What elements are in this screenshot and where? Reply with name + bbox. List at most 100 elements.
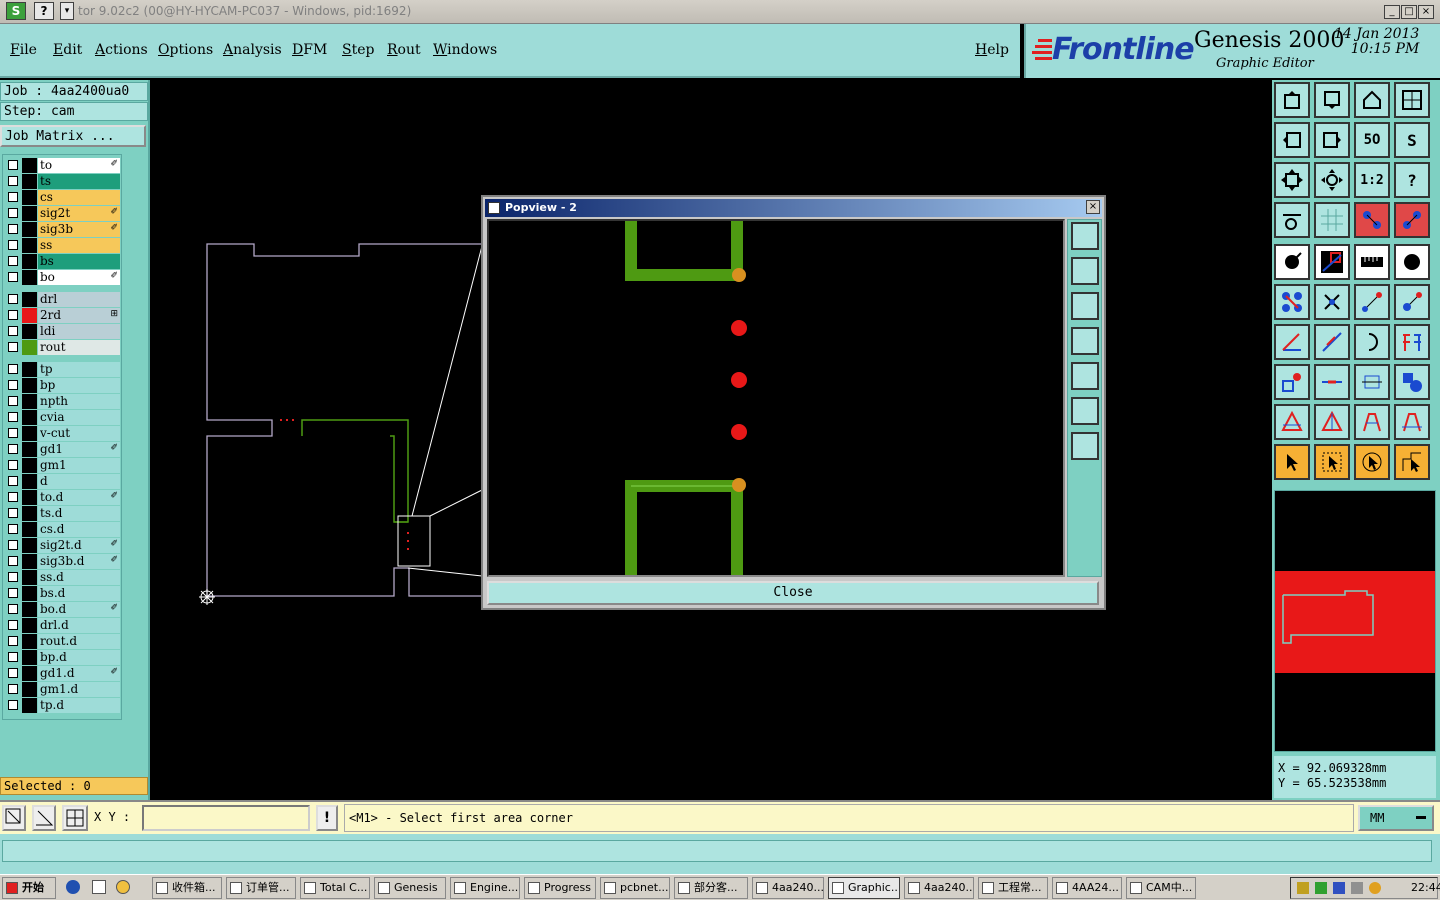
layer-color-swatch[interactable] bbox=[22, 490, 37, 505]
job-matrix-button[interactable]: Job Matrix ... bbox=[0, 125, 146, 147]
zoom-in-icon[interactable] bbox=[1071, 397, 1099, 425]
tray-icon[interactable] bbox=[1315, 882, 1327, 894]
xy-input[interactable] bbox=[142, 805, 310, 831]
surface-icon[interactable] bbox=[1314, 244, 1350, 280]
home-icon[interactable] bbox=[1354, 82, 1390, 118]
diagonal-icon[interactable] bbox=[1314, 324, 1350, 360]
layer-checkbox[interactable] bbox=[8, 684, 18, 694]
layer-checkbox[interactable] bbox=[8, 652, 18, 662]
layer-color-swatch[interactable] bbox=[22, 270, 37, 285]
grid-icon[interactable] bbox=[1314, 202, 1350, 238]
layer-name[interactable]: gd1 bbox=[38, 442, 120, 457]
help-icon[interactable]: ? bbox=[34, 2, 54, 20]
zoom-down-icon[interactable] bbox=[1314, 82, 1350, 118]
layer-row-gm1[interactable]: gm1 bbox=[3, 458, 121, 473]
layer-checkbox[interactable] bbox=[8, 508, 18, 518]
layer-checkbox[interactable] bbox=[8, 192, 18, 202]
layer-name[interactable]: ts.d bbox=[38, 506, 120, 521]
layer-row-gd1[interactable]: gd1 ✐ bbox=[3, 442, 121, 457]
layer-name[interactable]: bp bbox=[38, 378, 120, 393]
ratio-icon[interactable]: 5O bbox=[1354, 122, 1390, 158]
triangle-icon[interactable] bbox=[1274, 404, 1310, 440]
layer-name[interactable]: ts bbox=[38, 174, 120, 189]
layer-row-d[interactable]: d bbox=[3, 474, 121, 489]
layer-name[interactable]: sig2t bbox=[38, 206, 120, 221]
layer-color-swatch[interactable] bbox=[22, 602, 37, 617]
layer-name[interactable]: d bbox=[38, 474, 120, 489]
select-path-icon[interactable] bbox=[1394, 444, 1430, 480]
menu-edit[interactable]: Edit bbox=[53, 42, 82, 58]
layer-color-swatch[interactable] bbox=[22, 158, 37, 173]
grid-snap-icon[interactable] bbox=[62, 805, 88, 831]
window-split-icon[interactable] bbox=[1394, 82, 1430, 118]
layer-color-swatch[interactable] bbox=[22, 442, 37, 457]
redraw-icon[interactable]: S bbox=[1394, 122, 1430, 158]
layer-checkbox[interactable] bbox=[8, 492, 18, 502]
layer-checkbox[interactable] bbox=[8, 636, 18, 646]
angle-icon[interactable] bbox=[1274, 324, 1310, 360]
zoom-home-icon[interactable] bbox=[1071, 222, 1099, 250]
layer-row-sig3b[interactable]: sig3b ✐ bbox=[3, 222, 121, 237]
layer-name[interactable]: bp.d bbox=[38, 650, 120, 665]
layer-checkbox[interactable] bbox=[8, 272, 18, 282]
zoom-fit-icon[interactable] bbox=[1274, 162, 1310, 198]
layer-row-drl[interactable]: drl bbox=[3, 292, 121, 307]
task-4[interactable]: Engine... bbox=[450, 877, 520, 899]
layer-checkbox[interactable] bbox=[8, 556, 18, 566]
layer-color-swatch[interactable] bbox=[22, 292, 37, 307]
layer-name[interactable]: to.d bbox=[38, 490, 120, 505]
layer-name[interactable]: rout bbox=[38, 340, 120, 355]
task-11[interactable]: 工程常... bbox=[978, 877, 1048, 899]
layer-row-ss.d[interactable]: ss.d bbox=[3, 570, 121, 585]
task-12[interactable]: 4AA24... bbox=[1052, 877, 1122, 899]
layer-checkbox[interactable] bbox=[8, 476, 18, 486]
select-circle-icon[interactable] bbox=[1354, 444, 1390, 480]
move-icon[interactable] bbox=[1274, 364, 1310, 400]
pan-left-icon[interactable] bbox=[1071, 327, 1099, 355]
layer-checkbox[interactable] bbox=[8, 256, 18, 266]
layer-name[interactable]: sig3b bbox=[38, 222, 120, 237]
layer-color-swatch[interactable] bbox=[22, 254, 37, 269]
media-icon[interactable] bbox=[116, 880, 130, 894]
close-window-button[interactable]: × bbox=[1418, 5, 1434, 19]
layer-color-swatch[interactable] bbox=[22, 474, 37, 489]
line-node-alt-icon[interactable] bbox=[1394, 284, 1430, 320]
task-0[interactable]: 收件箱... bbox=[152, 877, 222, 899]
layer-row-ts.d[interactable]: ts.d bbox=[3, 506, 121, 521]
layer-checkbox[interactable] bbox=[8, 444, 18, 454]
menu-dfm[interactable]: DFM bbox=[292, 42, 327, 58]
layer-row-v-cut[interactable]: v-cut bbox=[3, 426, 121, 441]
layer-row-sig2t[interactable]: sig2t ✐ bbox=[3, 206, 121, 221]
layer-name[interactable]: sig2t.d bbox=[38, 538, 120, 553]
layer-name[interactable]: drl bbox=[38, 292, 120, 307]
layer-color-swatch[interactable] bbox=[22, 458, 37, 473]
layer-row-drl.d[interactable]: drl.d bbox=[3, 618, 121, 633]
layer-color-swatch[interactable] bbox=[22, 378, 37, 393]
layer-color-swatch[interactable] bbox=[22, 666, 37, 681]
task-6[interactable]: pcbnet... bbox=[600, 877, 670, 899]
snap-off-icon[interactable] bbox=[1394, 202, 1430, 238]
ie-icon[interactable] bbox=[66, 880, 80, 894]
layer-name[interactable]: rout.d bbox=[38, 634, 120, 649]
layer-color-swatch[interactable] bbox=[22, 410, 37, 425]
start-button[interactable]: 开始 bbox=[2, 877, 56, 899]
layer-checkbox[interactable] bbox=[8, 176, 18, 186]
layer-row-bp[interactable]: bp bbox=[3, 378, 121, 393]
zoom-home-icon[interactable] bbox=[1274, 82, 1310, 118]
layer-color-swatch[interactable] bbox=[22, 222, 37, 237]
layer-name[interactable]: bo.d bbox=[38, 602, 120, 617]
task-1[interactable]: 订单管... bbox=[226, 877, 296, 899]
layer-color-swatch[interactable] bbox=[22, 698, 37, 713]
layer-checkbox[interactable] bbox=[8, 160, 18, 170]
layer-color-swatch[interactable] bbox=[22, 362, 37, 377]
layer-color-swatch[interactable] bbox=[22, 538, 37, 553]
layer-checkbox[interactable] bbox=[8, 294, 18, 304]
task-10[interactable]: 4aa240... bbox=[904, 877, 974, 899]
layer-name[interactable]: drl.d bbox=[38, 618, 120, 633]
task-5[interactable]: Progress bbox=[524, 877, 596, 899]
layer-checkbox[interactable] bbox=[8, 588, 18, 598]
pan-right-icon[interactable] bbox=[1071, 362, 1099, 390]
layer-name[interactable]: ss.d bbox=[38, 570, 120, 585]
layer-row-2rd[interactable]: 2rd ⊞ bbox=[3, 308, 121, 323]
menu-windows[interactable]: Windows bbox=[433, 42, 497, 58]
